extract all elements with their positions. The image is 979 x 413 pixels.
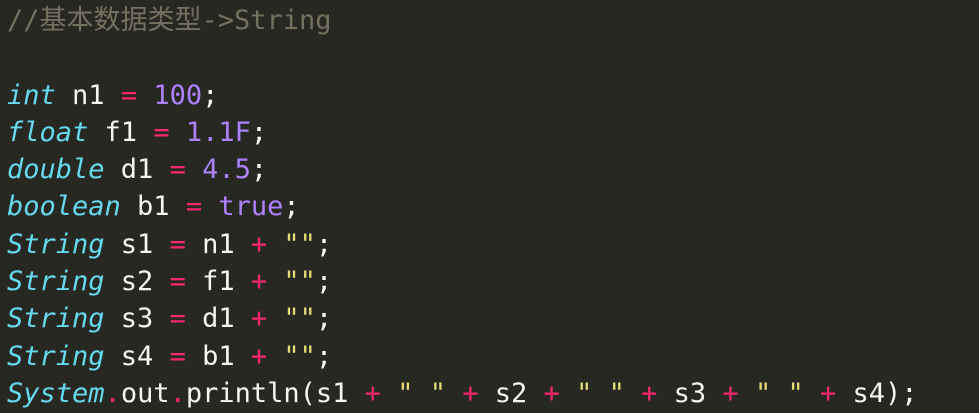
code-text-token: ; [315,228,333,260]
code-line[interactable]: double d1 = 4.5; [7,151,979,188]
string-literal-token: " " [576,377,625,409]
operator-token: = [185,191,203,223]
operator-token: + [543,377,560,409]
code-line[interactable]: String s1 = n1 + ""; [7,226,979,263]
code-text-token: s4); [836,377,918,409]
code-text-token: f1 [88,116,154,148]
operator-token: + [250,228,268,260]
keyword-token: String [7,228,105,260]
keyword-token: float [7,116,89,148]
keyword-token: double [7,154,105,186]
operator-token: = [169,266,186,298]
keyword-token: System [7,377,105,409]
operator-token: + [364,377,381,409]
code-text-token: s1 [104,228,170,260]
code-text-token: ; [315,303,333,335]
code-text-token: d1 [185,303,251,335]
code-text-token: ; [202,79,219,111]
code-line[interactable]: boolean b1 = true; [7,188,979,225]
code-text-token: out [120,377,170,409]
code-line[interactable]: String s3 = d1 + ""; [7,300,979,337]
code-text-token: s2 [104,266,170,298]
code-text-token: s3 [657,377,723,409]
literal-token: 1.1F [185,116,251,148]
string-literal-token: "" [283,228,316,260]
operator-token: + [250,340,268,372]
code-line[interactable]: String s4 = b1 + ""; [7,338,979,375]
code-text-token: ; [250,116,268,148]
operator-token: = [169,228,186,260]
code-line[interactable] [7,39,979,76]
keyword-token: String [7,340,105,372]
code-line[interactable]: float f1 = 1.1F; [7,114,979,151]
keyword-token: String [7,303,105,335]
string-literal-token: "" [283,266,316,298]
code-text-token: s4 [104,340,170,372]
code-text-token: ; [315,340,333,372]
operator-token: + [462,377,479,409]
code-line[interactable]: System.out.println(s1 + " " + s2 + " " +… [7,375,979,412]
string-literal-token: "" [283,340,316,372]
operator-token: + [722,377,739,409]
code-line[interactable]: String s2 = f1 + ""; [7,263,979,300]
operator-token: = [169,340,186,372]
operator-token: + [641,377,658,409]
code-text-token: ; [250,154,268,186]
keyword-token: String [7,266,105,298]
code-text-token: println(s1 [185,377,365,409]
code-text-token: n1 [185,228,251,260]
code-text-token: ; [283,191,300,223]
keyword-token: boolean [7,191,121,223]
code-text-token: n1 [55,79,121,111]
operator-token: + [250,303,268,335]
keyword-token: int [7,79,56,111]
code-line[interactable]: //基本数据类型->String [7,2,979,39]
code-line[interactable]: int n1 = 100; [7,77,979,114]
code-text-token: b1 [120,191,186,223]
literal-token: 4.5 [202,154,251,186]
code-text-token: b1 [185,340,251,372]
operator-token: = [153,116,170,148]
comment-token: //基本数据类型->String [7,5,332,36]
code-editor[interactable]: //基本数据类型->String int n1 = 100; float f1 = … [0,0,979,413]
code-text-token: d1 [104,154,170,186]
code-text-token: f1 [185,266,251,298]
operator-token: = [169,303,186,335]
code-text-token: s3 [104,303,170,335]
string-literal-token: " " [397,377,446,409]
string-literal-token: "" [283,303,316,335]
operator-token: = [120,79,138,111]
operator-token: + [250,266,268,298]
operator-token: . [169,377,186,409]
code-text-token: ; [315,266,333,298]
string-literal-token: " " [754,377,804,409]
operator-token: = [169,154,186,186]
literal-token: 100 [153,79,203,111]
operator-token: . [104,377,121,409]
operator-token: + [820,377,837,409]
literal-token: true [218,191,284,223]
code-text-token: s2 [478,377,544,409]
